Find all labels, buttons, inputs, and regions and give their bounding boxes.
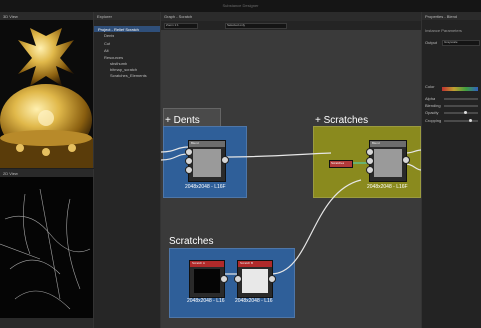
output-dropdown[interactable]: Grayscale: [442, 40, 480, 46]
node-thumbnail: [193, 149, 221, 177]
input-port[interactable]: [366, 157, 374, 165]
color-label: Color: [425, 84, 435, 89]
tree-item-dents[interactable]: Dents: [94, 32, 160, 38]
slider-knob[interactable]: [469, 119, 472, 122]
output-port[interactable]: [402, 156, 410, 164]
node-title: Blend: [372, 141, 380, 145]
node-header: Blend: [189, 141, 225, 147]
crown-render: [0, 20, 93, 168]
output-label: Output: [425, 40, 438, 45]
node-blend-dents[interactable]: Blend: [185, 140, 229, 182]
prop-row-alpha[interactable]: Alpha: [424, 96, 480, 102]
input-port[interactable]: [234, 275, 242, 283]
viewport-2d-tabbar: 2D View: [0, 169, 93, 177]
tree-item-label: Scratches_Elements: [110, 73, 147, 78]
node-thumbnail: [374, 149, 402, 177]
node-title: Scratch B: [240, 261, 254, 265]
output-dropdown-value: Grayscale: [444, 40, 458, 44]
node-size-label: 2048x2048 - L16F: [185, 184, 226, 190]
node-size-label: 2048x2048 - L16F: [367, 184, 408, 190]
prop-slider[interactable]: [444, 105, 478, 107]
node-thumbnail: [242, 269, 268, 293]
prop-row-cropping[interactable]: Cropping: [424, 118, 480, 124]
prop-label: Alpha: [425, 96, 436, 101]
tree-item-alt[interactable]: Alt: [94, 47, 160, 53]
tree-item-cut[interactable]: Cut: [94, 40, 160, 46]
node-title: Scratch A: [192, 261, 205, 265]
tree-item-label: Dents: [104, 33, 115, 38]
prop-row-blending[interactable]: Blending: [424, 103, 480, 109]
scratch-texture-preview: [0, 179, 93, 319]
properties-tab[interactable]: Properties - Blend: [425, 14, 457, 19]
graph-editor[interactable]: Graph - Scratch Zoom 1:1 Selected only +…: [161, 12, 421, 328]
prop-slider[interactable]: [444, 112, 478, 114]
node-blend-scratches[interactable]: Blend: [366, 140, 410, 182]
viewport-3d-tab[interactable]: 3D View: [3, 14, 18, 19]
viewport-3d[interactable]: 3D View: [0, 12, 94, 168]
prop-row-opacity[interactable]: Opacity: [424, 110, 480, 116]
node-title: Scratches: [331, 161, 345, 165]
explorer-panel: Explorer Project - Relief Scratch Dents …: [94, 12, 161, 328]
prop-label: Blending: [425, 103, 441, 108]
explorer-tabbar: Explorer: [94, 12, 160, 20]
viewport-2d[interactable]: 2D View: [0, 169, 94, 328]
prop-slider[interactable]: [444, 98, 478, 100]
node-thumbnail: [194, 269, 220, 293]
node-header: Scratch B: [238, 261, 272, 267]
window-titlebar: Substance Designer: [0, 0, 481, 12]
node-size-label: 2048x2048 - L16: [235, 298, 273, 304]
tree-item-elements[interactable]: Scratches_Elements: [94, 72, 160, 78]
prop-label: Opacity: [425, 110, 439, 115]
properties-section: Instance Parameters: [425, 28, 462, 33]
color-gradient-bar[interactable]: [442, 87, 478, 91]
output-port[interactable]: [268, 275, 276, 283]
input-port[interactable]: [366, 148, 374, 156]
node-scratches-input[interactable]: Scratches: [329, 160, 353, 168]
properties-panel: Properties - Blend Instance Parameters O…: [421, 12, 481, 328]
output-port[interactable]: [220, 275, 228, 283]
properties-tabbar: Properties - Blend: [422, 12, 481, 20]
window-title: Substance Designer: [222, 3, 259, 8]
node-header: Scratch A: [190, 261, 224, 267]
node-scratch-a[interactable]: Scratch A: [189, 260, 228, 298]
input-port[interactable]: [366, 166, 374, 174]
prop-label: Cropping: [425, 118, 442, 123]
prop-slider[interactable]: [444, 120, 478, 122]
node-header: Blend: [370, 141, 406, 147]
input-port[interactable]: [185, 166, 193, 174]
output-port[interactable]: [221, 156, 229, 164]
tree-item-label: Alt: [104, 48, 109, 53]
node-size-label: 2048x2048 - L16: [187, 298, 225, 304]
slider-knob[interactable]: [464, 111, 467, 114]
node-title: Blend: [191, 141, 199, 145]
input-port[interactable]: [185, 148, 193, 156]
viewport-2d-bottom-toolbar[interactable]: [0, 318, 93, 328]
node-scratch-b[interactable]: Scratch B: [234, 260, 276, 298]
viewport-2d-tab[interactable]: 2D View: [3, 171, 18, 176]
input-port[interactable]: [185, 157, 193, 165]
viewport-3d-tabbar: 3D View: [0, 12, 93, 20]
tree-item-label: Cut: [104, 41, 111, 46]
explorer-tab[interactable]: Explorer: [97, 14, 112, 19]
